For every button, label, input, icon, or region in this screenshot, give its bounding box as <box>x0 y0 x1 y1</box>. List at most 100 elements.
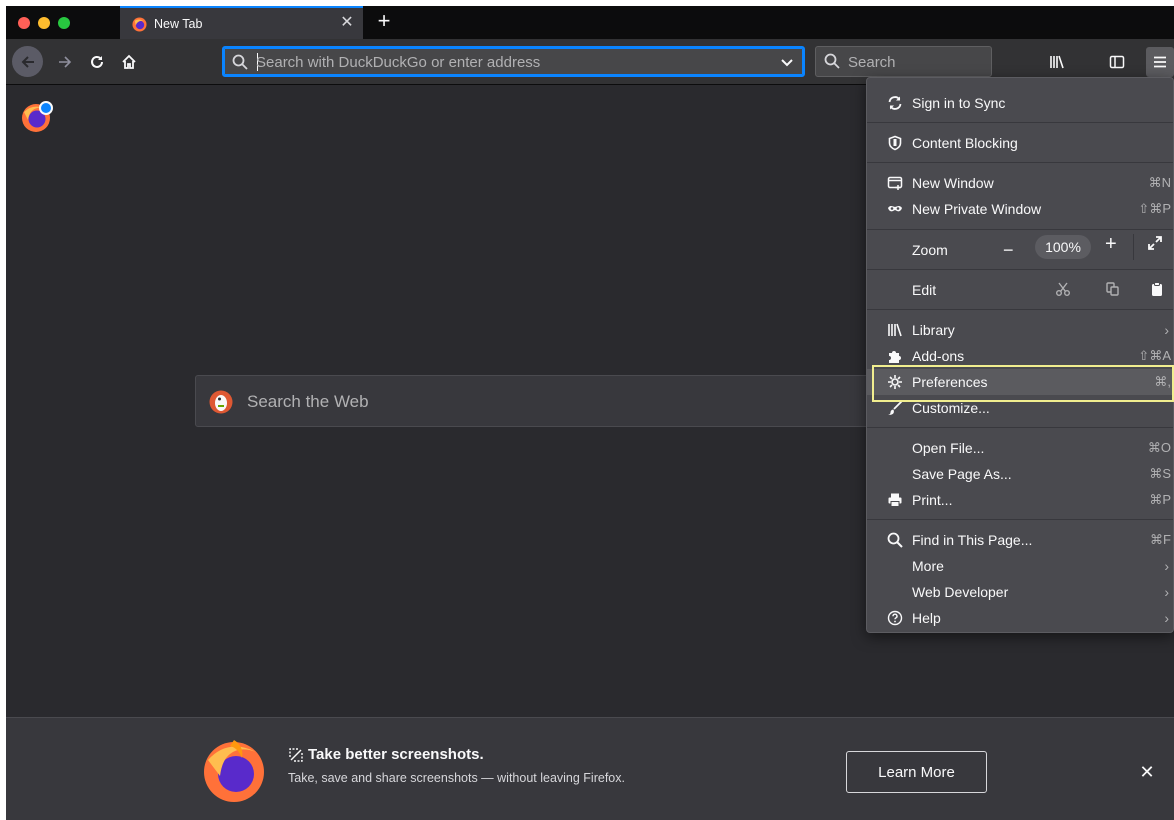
screenshot-icon <box>289 747 303 762</box>
snippet-title-text: Take better screenshots. <box>308 746 484 763</box>
menu-label: New Window <box>912 175 994 191</box>
chevron-down-icon[interactable] <box>779 54 795 70</box>
menu-item-preferences[interactable]: Preferences ⌘, <box>867 369 1173 395</box>
menu-label: Web Developer <box>912 584 1009 600</box>
duckduckgo-icon <box>209 390 233 414</box>
menu-item-open-file[interactable]: Open File... ⌘O <box>867 435 1173 461</box>
menu-shortcut: ⇧⌘A <box>1138 348 1171 363</box>
menu-label: Sign in to Sync <box>912 95 1006 111</box>
web-search-box[interactable] <box>195 375 955 427</box>
menu-item-customize[interactable]: Customize... <box>867 395 1173 421</box>
help-icon <box>886 609 904 627</box>
snippet-close-icon[interactable]: ✕ <box>1136 761 1158 783</box>
menu-item-zoom: Zoom − 100% + <box>867 233 1173 263</box>
library-button[interactable] <box>1042 47 1072 77</box>
cut-icon[interactable] <box>1055 281 1071 300</box>
hamburger-icon <box>1154 56 1166 68</box>
sync-icon <box>886 94 904 112</box>
private-mask-icon <box>886 200 904 218</box>
menu-item-new-window[interactable]: New Window ⌘N <box>867 170 1173 196</box>
menu-label: Preferences <box>912 374 988 390</box>
copy-icon[interactable] <box>1105 281 1121 300</box>
zoom-in-button[interactable]: + <box>1105 233 1117 256</box>
gear-icon <box>886 373 904 391</box>
menu-label: Content Blocking <box>912 135 1018 151</box>
firefox-logo-icon <box>204 740 264 802</box>
fullscreen-icon[interactable] <box>1147 235 1163 254</box>
chevron-right-icon: › <box>1164 584 1169 600</box>
menu-item-web-developer[interactable]: Web Developer › <box>867 579 1173 605</box>
tab-new-tab[interactable]: New Tab ✕ <box>120 6 363 39</box>
menu-shortcut: ⌘, <box>1154 374 1171 389</box>
paste-icon[interactable] <box>1149 281 1165 300</box>
menu-shortcut: ⇧⌘P <box>1138 201 1171 216</box>
chevron-right-icon: › <box>1164 558 1169 574</box>
url-bar[interactable] <box>222 46 805 77</box>
firefox-icon <box>132 17 147 32</box>
snippet-bar: Take better screenshots. Take, save and … <box>6 717 1174 820</box>
menu-item-sign-in-to-sync[interactable]: Sign in to Sync <box>867 90 1173 116</box>
app-menu-button[interactable] <box>1146 47 1174 77</box>
home-button[interactable] <box>114 47 144 77</box>
printer-icon <box>886 491 904 509</box>
menu-label: Print... <box>912 492 953 508</box>
url-input[interactable] <box>256 53 756 71</box>
menu-label: Add-ons <box>912 348 965 364</box>
shield-icon <box>886 134 904 152</box>
new-tab-button[interactable]: + <box>372 8 396 36</box>
tab-close-icon[interactable]: ✕ <box>337 13 357 33</box>
paintbrush-icon <box>886 399 904 417</box>
arrow-right-icon <box>59 56 72 68</box>
menu-item-add-ons[interactable]: Add-ons ⇧⌘A <box>867 343 1173 369</box>
close-window-button[interactable] <box>18 17 30 29</box>
menu-label: Help <box>912 610 941 626</box>
menu-item-save-page-as[interactable]: Save Page As... ⌘S <box>867 461 1173 487</box>
chevron-right-icon: › <box>1164 610 1169 626</box>
menu-shortcut: ⌘S <box>1149 466 1171 481</box>
zoom-window-button[interactable] <box>58 17 70 29</box>
puzzle-icon <box>886 347 904 365</box>
menu-item-edit: Edit <box>867 277 1173 303</box>
search-bar[interactable] <box>815 46 992 77</box>
zoom-level-button[interactable]: 100% <box>1035 235 1091 259</box>
menu-label: New Private Window <box>912 201 1042 217</box>
new-window-icon <box>886 174 904 192</box>
menu-label: Save Page As... <box>912 466 1012 482</box>
web-search-input[interactable] <box>247 392 847 412</box>
reload-icon <box>91 55 103 68</box>
menu-item-find-in-page[interactable]: Find in This Page... ⌘F <box>867 527 1173 553</box>
menu-shortcut: ⌘N <box>1148 175 1171 190</box>
search-icon <box>886 531 904 549</box>
menu-item-library[interactable]: Library › <box>867 317 1173 343</box>
menu-item-more[interactable]: More › <box>867 553 1173 579</box>
menu-item-print[interactable]: Print... ⌘P <box>867 487 1173 513</box>
search-icon <box>232 54 248 70</box>
minimize-window-button[interactable] <box>38 17 50 29</box>
search-input[interactable] <box>848 54 978 71</box>
menu-shortcut: ⌘O <box>1147 440 1171 455</box>
search-icon <box>824 53 840 69</box>
learn-more-button[interactable]: Learn More <box>846 751 987 793</box>
menu-label: Zoom <box>912 242 948 258</box>
zoom-out-button[interactable]: − <box>1003 240 1014 261</box>
chevron-right-icon: › <box>1164 322 1169 338</box>
tab-strip: New Tab ✕ + <box>6 6 1174 39</box>
back-button[interactable] <box>12 46 43 77</box>
arrow-left-icon <box>21 55 34 68</box>
firefox-account-icon[interactable] <box>20 100 54 134</box>
menu-label: Edit <box>912 282 937 298</box>
menu-label: More <box>912 558 944 574</box>
menu-shortcut: ⌘P <box>1149 492 1171 507</box>
tab-title: New Tab <box>154 17 203 31</box>
menu-label: Library <box>912 322 955 338</box>
sidebar-button[interactable] <box>1102 47 1132 77</box>
app-menu-panel: Sign in to Sync Content Blocking New Win… <box>866 77 1174 633</box>
reload-button[interactable] <box>82 47 112 77</box>
menu-shortcut: ⌘F <box>1150 532 1171 547</box>
home-icon <box>122 54 136 69</box>
forward-button[interactable] <box>50 47 80 77</box>
menu-item-new-private-window[interactable]: New Private Window ⇧⌘P <box>867 196 1173 222</box>
library-icon <box>886 321 904 339</box>
menu-item-help[interactable]: Help › <box>867 605 1173 631</box>
menu-item-content-blocking[interactable]: Content Blocking <box>867 130 1173 156</box>
